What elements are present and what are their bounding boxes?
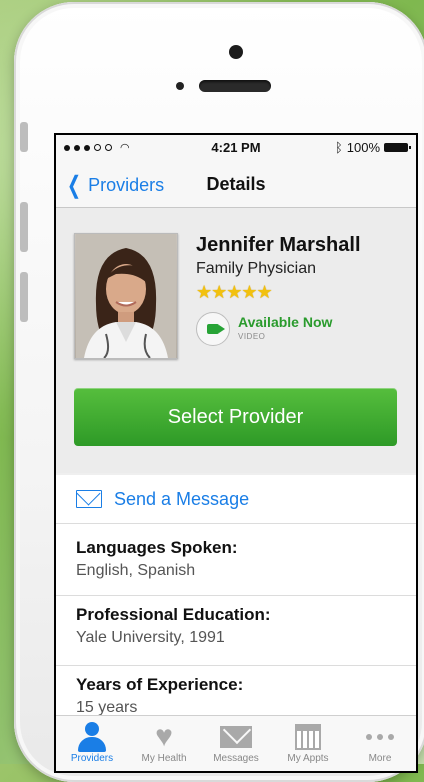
proximity-sensor (176, 82, 184, 90)
screen: ◠ 4:21 PM ᛒ 100% ❮ Providers Details Jen… (54, 133, 418, 773)
battery-icon (384, 143, 411, 152)
list-item: Professional Education: Yale University,… (56, 596, 416, 666)
volume-down-button (20, 272, 28, 322)
front-camera (229, 45, 243, 59)
earpiece-speaker (199, 80, 271, 92)
detail-value: English, Spanish (76, 562, 196, 579)
tab-providers[interactable]: Providers (56, 716, 128, 771)
tab-label: My Health (141, 753, 187, 764)
send-message-row[interactable]: Send a Message (56, 475, 416, 524)
envelope-icon (76, 490, 102, 508)
phone-frame: ◠ 4:21 PM ᛒ 100% ❮ Providers Details Jen… (14, 2, 424, 782)
tab-label: Messages (213, 753, 259, 764)
page-title: Details (206, 174, 266, 194)
rating-stars: ★★★★★ (196, 282, 273, 302)
video-call-button[interactable] (196, 312, 230, 346)
tab-label: Providers (70, 753, 114, 764)
calendar-icon (295, 724, 321, 750)
mute-switch (20, 122, 28, 152)
detail-label: Years of Experience: (76, 675, 244, 694)
provider-name: Jennifer Marshall (196, 234, 361, 256)
tab-my-appts[interactable]: My Appts (272, 716, 344, 771)
select-provider-button[interactable]: Select Provider (74, 388, 397, 446)
provider-details: Send a Message Languages Spoken: English… (56, 475, 416, 716)
battery-percent: 100% (346, 140, 380, 155)
person-icon (75, 722, 109, 752)
detail-label: Professional Education: (76, 605, 271, 624)
tab-label: More (368, 753, 392, 764)
tab-label: My Appts (287, 753, 329, 764)
provider-specialty: Family Physician (196, 260, 317, 277)
tab-more[interactable]: More (344, 716, 416, 771)
detail-label: Languages Spoken: (76, 538, 238, 557)
navigation-bar: ❮ Providers Details (56, 161, 416, 208)
list-item: Languages Spoken: English, Spanish (56, 524, 416, 596)
tab-my-health[interactable]: ♥ My Health (128, 716, 200, 771)
volume-up-button (20, 202, 28, 252)
tab-bar: Providers ♥ My Health Messages My Appts … (56, 715, 416, 771)
availability-status: Available Now (238, 314, 333, 330)
status-bar: ◠ 4:21 PM ᛒ 100% (56, 135, 416, 161)
send-message-label: Send a Message (114, 488, 250, 509)
more-icon (366, 734, 394, 740)
bluetooth-icon: ᛒ (334, 140, 343, 155)
provider-photo (74, 233, 178, 359)
detail-value: Yale University, 1991 (76, 629, 225, 646)
envelope-icon (220, 726, 252, 748)
video-camera-icon (207, 324, 225, 334)
heart-icon: ♥ (155, 720, 173, 753)
tab-messages[interactable]: Messages (200, 716, 272, 771)
availability-type: VIDEO (238, 332, 266, 341)
